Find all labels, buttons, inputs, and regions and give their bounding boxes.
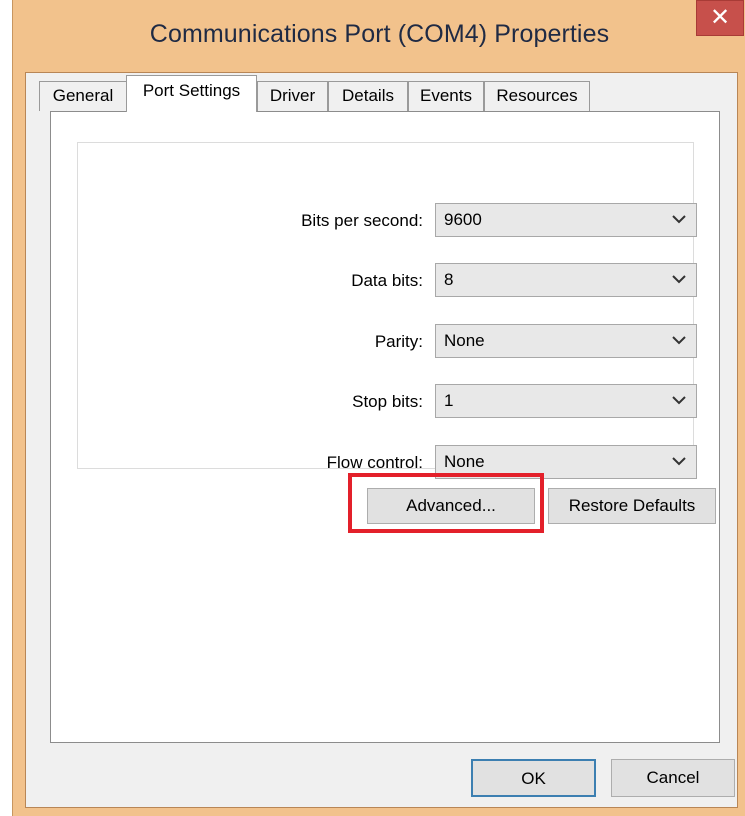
tab-label: Details [342,86,394,105]
select-value: None [444,331,485,350]
bits-per-second-label: Bits per second: [301,211,423,230]
cancel-button[interactable]: Cancel [611,759,735,797]
tab-label: Port Settings [142,81,241,100]
tab-general[interactable]: General [39,81,127,111]
stop-bits-label: Stop bits: [352,392,423,411]
select-value: 1 [444,391,454,410]
window-title: Communications Port (COM4) Properties [149,20,610,48]
data-bits-label: Data bits: [351,271,423,290]
title-bar[interactable]: Communications Port (COM4) Properties ✕ [13,0,745,72]
tab-driver[interactable]: Driver [257,81,328,111]
port-settings-group: Bits per second: 9600 Data bits: 8 Parit… [77,142,697,479]
flow-control-label: Flow control: [326,453,423,472]
tab-port-settings[interactable]: Port Settings [126,75,257,112]
tab-label: Resources [496,86,578,105]
tab-label: General [52,86,114,105]
chevron-down-icon [672,336,686,345]
dialog-client-area: General Port Settings Driver Details Eve… [25,72,738,808]
select-value: 8 [444,270,454,289]
tab-details[interactable]: Details [328,81,408,111]
data-bits-select[interactable]: 8 [435,263,697,297]
select-value: 9600 [444,210,482,229]
restore-defaults-button[interactable]: Restore Defaults [548,488,716,524]
chevron-down-icon [672,275,686,284]
parity-select[interactable]: None [435,324,697,358]
close-icon: ✕ [709,4,731,31]
port-settings-panel: Bits per second: 9600 Data bits: 8 Parit… [50,111,720,743]
parity-label: Parity: [374,332,423,351]
tab-resources[interactable]: Resources [484,81,590,111]
ok-button[interactable]: OK [471,759,596,797]
chevron-down-icon [672,457,686,466]
properties-window: Communications Port (COM4) Properties ✕ … [12,0,745,816]
select-value: None [444,452,485,471]
tab-label: Events [420,86,472,105]
tab-label: Driver [269,86,316,105]
stop-bits-select[interactable]: 1 [435,384,697,418]
bits-per-second-select[interactable]: 9600 [435,203,697,237]
chevron-down-icon [672,396,686,405]
chevron-down-icon [672,215,686,224]
advanced-button[interactable]: Advanced... [367,488,535,524]
close-button[interactable]: ✕ [696,0,744,36]
tab-events[interactable]: Events [408,81,484,111]
